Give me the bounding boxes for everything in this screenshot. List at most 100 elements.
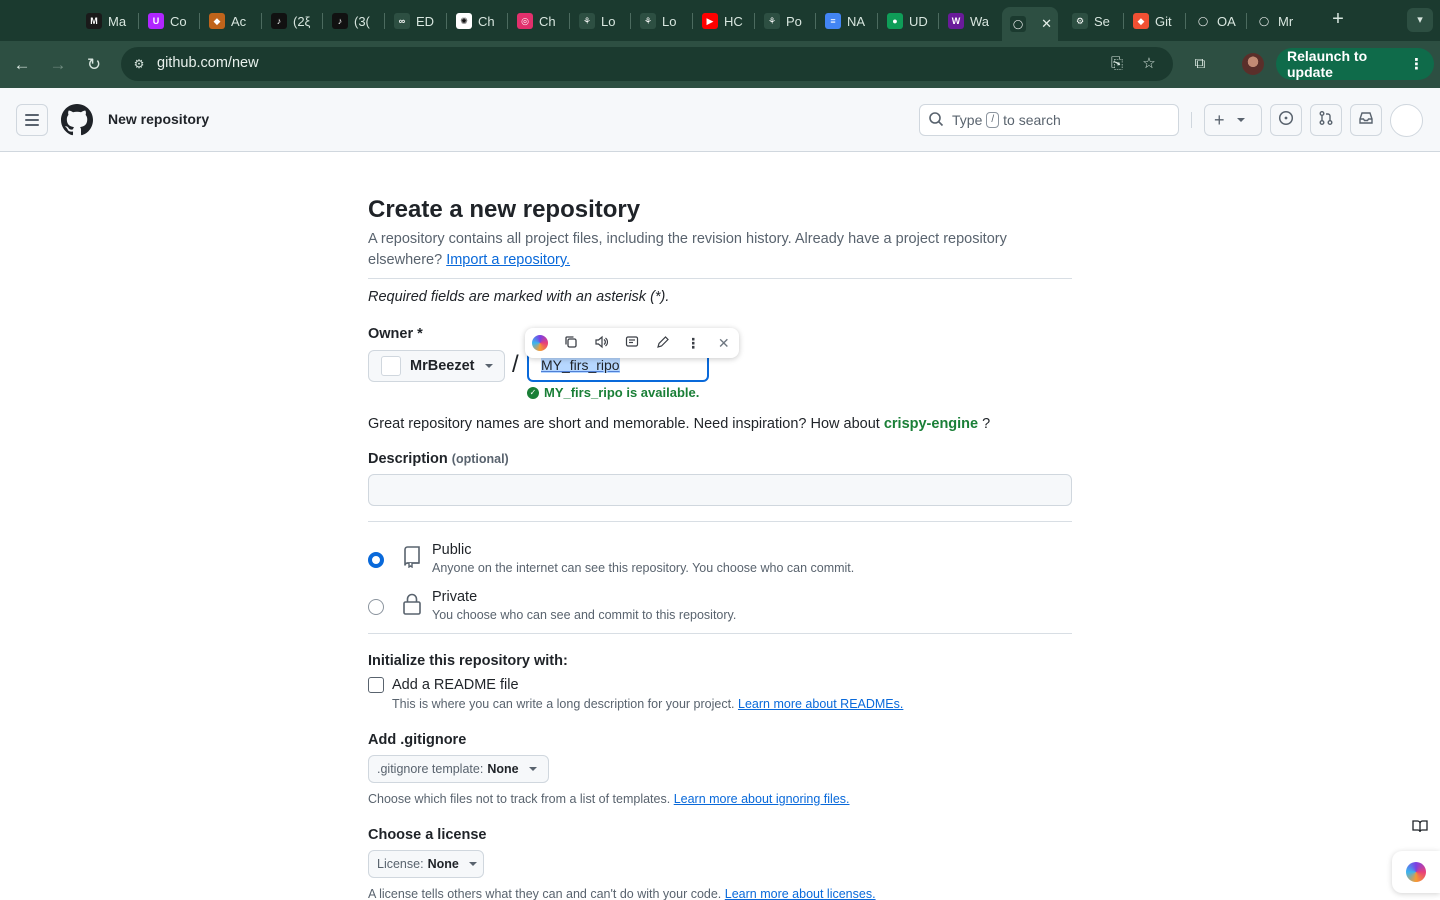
chevron-down-icon bbox=[1236, 118, 1245, 122]
profile-avatar[interactable] bbox=[1242, 53, 1264, 75]
read-aloud-button[interactable] bbox=[586, 328, 617, 358]
learn-more-ignoring-files-link[interactable]: Learn more about ignoring files. bbox=[674, 792, 850, 806]
relaunch-label: Relaunch to update bbox=[1287, 48, 1368, 80]
github-icon: ◯ bbox=[1256, 13, 1272, 29]
reload-button[interactable]: ↻ bbox=[81, 52, 107, 78]
browser-tab[interactable]: ⚘ Lo bbox=[571, 7, 631, 35]
menu-button[interactable] bbox=[16, 104, 48, 136]
learn-more-readmes-link[interactable]: Learn more about READMEs. bbox=[738, 697, 903, 711]
browser-tab[interactable]: ⚘ Po bbox=[756, 7, 816, 35]
reading-mode-icon[interactable] bbox=[1408, 818, 1432, 842]
tab-title: (3( bbox=[354, 13, 370, 29]
header-divider bbox=[1191, 112, 1192, 128]
plus-icon: + bbox=[1214, 109, 1225, 130]
browser-tab[interactable]: ◆ Ac bbox=[201, 7, 261, 35]
inbox-button[interactable] bbox=[1350, 104, 1382, 136]
tab-title: Lo bbox=[662, 13, 677, 29]
chatgpt-icon: ✺ bbox=[456, 13, 472, 29]
text-selection-toolbar: ⋮ ✕ bbox=[525, 328, 739, 358]
search-shortcut-key: / bbox=[986, 112, 1000, 128]
edit-button[interactable] bbox=[647, 328, 678, 358]
browser-tab[interactable]: ≡ NA bbox=[817, 7, 877, 35]
availability-message: ✓ MY_firs_ripo is available. bbox=[527, 385, 699, 400]
page-description: A repository contains all project files,… bbox=[368, 229, 1072, 271]
browser-tab[interactable]: M Ma bbox=[78, 7, 138, 35]
tab-title: Ma bbox=[108, 13, 127, 29]
edx-icon: ∞ bbox=[394, 13, 410, 29]
browser-tab[interactable]: W Wa bbox=[940, 7, 1000, 35]
search-icon bbox=[928, 111, 944, 130]
extensions-icon[interactable]: ⧉ bbox=[1188, 52, 1212, 76]
tab-title: Wa bbox=[970, 13, 990, 29]
license-dropdown[interactable]: License: None bbox=[368, 850, 484, 878]
hamburger-line bbox=[25, 119, 39, 121]
more-options-button[interactable]: ⋮ bbox=[678, 328, 709, 358]
tab-title: NA bbox=[847, 13, 866, 29]
back-button[interactable]: ← bbox=[9, 52, 35, 78]
name-inspiration: Great repository names are short and mem… bbox=[368, 416, 990, 432]
pull-request-icon bbox=[1318, 110, 1334, 130]
tab-title: Ac bbox=[231, 13, 247, 29]
pull-requests-button[interactable] bbox=[1310, 104, 1342, 136]
issues-button[interactable] bbox=[1270, 104, 1302, 136]
license-hint: A license tells others what they can and… bbox=[368, 887, 876, 900]
browser-tab[interactable]: ♪ (2ξ bbox=[263, 7, 323, 35]
tiktok-icon: ♪ bbox=[332, 13, 348, 29]
owner-avatar bbox=[381, 356, 401, 376]
relaunch-to-update-button[interactable]: Relaunch to update ⋮ bbox=[1276, 48, 1434, 80]
search-placeholder-before: Type bbox=[952, 112, 983, 128]
owner-dropdown[interactable]: MrBeezet bbox=[368, 350, 505, 382]
browser-tab[interactable]: ♪ (3( bbox=[324, 7, 384, 35]
site-info-icon[interactable]: ⚙ bbox=[129, 54, 149, 74]
tab-search-button[interactable]: ▾ bbox=[1407, 8, 1433, 32]
browser-tab[interactable]: ◯ OA bbox=[1187, 7, 1247, 35]
tab-title: Git bbox=[1155, 13, 1172, 29]
browser-tab[interactable]: ✺ Ch bbox=[448, 7, 508, 35]
page-context-title: New repository bbox=[108, 111, 210, 127]
bookmark-star-icon[interactable]: ☆ bbox=[1139, 54, 1159, 74]
copy-button[interactable] bbox=[556, 328, 587, 358]
repo-icon bbox=[404, 546, 420, 568]
visibility-private-radio[interactable] bbox=[368, 599, 384, 615]
tiktok-icon: ♪ bbox=[271, 13, 287, 29]
required-fields-note: Required fields are marked with an aster… bbox=[368, 289, 670, 305]
browser-tab[interactable]: ▶ HC bbox=[694, 7, 754, 35]
ai-assistant-floating-button[interactable] bbox=[1392, 851, 1440, 893]
browser-tab[interactable]: ◯ ✕ bbox=[1002, 7, 1058, 41]
browser-tab[interactable]: ◎ Ch bbox=[509, 7, 569, 35]
browser-tab[interactable]: ● UD bbox=[879, 7, 939, 35]
browser-tab[interactable]: ◯ Mr bbox=[1248, 7, 1308, 35]
description-label: Description (optional) bbox=[368, 451, 509, 467]
gitignore-template-dropdown[interactable]: .gitignore template: None bbox=[368, 755, 549, 783]
add-readme-label[interactable]: Add a README file bbox=[392, 677, 519, 693]
forward-button[interactable]: → bbox=[45, 52, 71, 78]
visibility-public-radio[interactable] bbox=[368, 552, 384, 568]
tab-separator bbox=[138, 13, 139, 29]
close-tab-icon[interactable]: ✕ bbox=[1041, 16, 1052, 32]
learn-more-licenses-link[interactable]: Learn more about licenses. bbox=[725, 887, 876, 900]
ai-assistant-button[interactable] bbox=[525, 328, 556, 358]
description-input[interactable] bbox=[368, 474, 1072, 506]
user-avatar[interactable] bbox=[1390, 104, 1423, 137]
github-header: New repository Type / to search + bbox=[0, 88, 1440, 152]
summarize-button[interactable] bbox=[617, 328, 648, 358]
browser-tab[interactable]: ⚘ Lo bbox=[632, 7, 692, 35]
tab-separator bbox=[877, 13, 878, 29]
suggested-name-link[interactable]: crispy-engine bbox=[884, 416, 978, 432]
browser-tab[interactable]: ∞ ED bbox=[386, 7, 446, 35]
description-label-text: Description bbox=[368, 451, 448, 467]
browser-tab[interactable]: U Co bbox=[140, 7, 200, 35]
browser-tab[interactable]: ⚙ Se bbox=[1064, 7, 1124, 35]
add-readme-checkbox[interactable] bbox=[368, 677, 384, 693]
install-app-icon[interactable]: ⎘ bbox=[1107, 54, 1127, 74]
create-new-button[interactable]: + bbox=[1204, 104, 1262, 136]
new-tab-button[interactable]: + bbox=[1327, 9, 1349, 31]
tab-separator bbox=[1246, 13, 1247, 29]
address-bar[interactable]: ⚙ github.com/new ⎘ ☆ bbox=[121, 47, 1173, 81]
search-input[interactable]: Type / to search bbox=[919, 104, 1179, 136]
browser-tab[interactable]: ◆ Git bbox=[1125, 7, 1185, 35]
import-repository-link[interactable]: Import a repository. bbox=[446, 252, 570, 268]
gitignore-dropdown-prefix: .gitignore template: bbox=[377, 762, 484, 776]
github-logo-icon[interactable] bbox=[61, 104, 93, 136]
close-toolbar-button[interactable]: ✕ bbox=[708, 328, 739, 358]
